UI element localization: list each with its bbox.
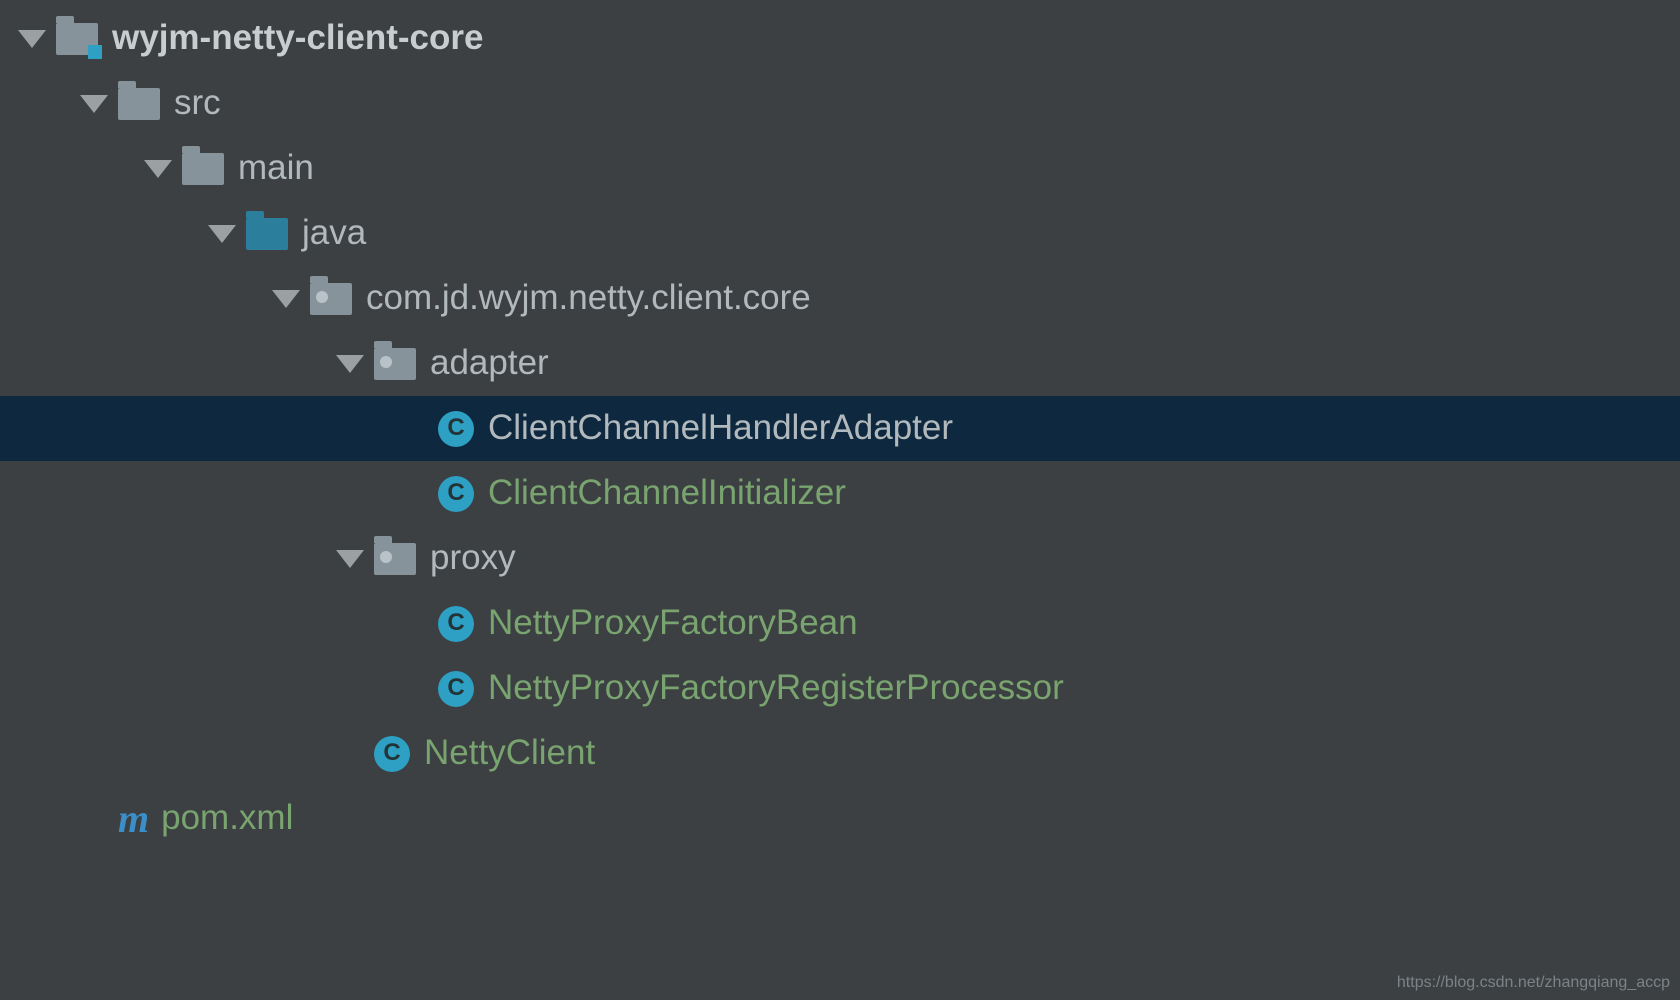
folder-icon [118, 88, 160, 120]
tree-item-main[interactable]: main [0, 136, 1680, 201]
tree-item-pom[interactable]: m pom.xml [0, 786, 1680, 851]
expand-arrow-icon[interactable] [18, 30, 46, 48]
tree-item-src[interactable]: src [0, 71, 1680, 136]
tree-label: com.jd.wyjm.netty.client.core [366, 279, 811, 318]
tree-item-proxy[interactable]: proxy [0, 526, 1680, 591]
expand-arrow-icon[interactable] [336, 550, 364, 568]
tree-item-class-netty-client[interactable]: C NettyClient [0, 721, 1680, 786]
expand-arrow-icon[interactable] [80, 95, 108, 113]
class-icon: C [438, 411, 474, 447]
tree-label: NettyClient [424, 734, 595, 773]
class-icon: C [438, 671, 474, 707]
tree-label: ClientChannelHandlerAdapter [488, 409, 953, 448]
tree-label: wyjm-netty-client-core [112, 19, 483, 58]
tree-item-class-proxy-factory-bean[interactable]: C NettyProxyFactoryBean [0, 591, 1680, 656]
tree-label: pom.xml [161, 799, 293, 838]
project-tree: wyjm-netty-client-core src main java com… [0, 0, 1680, 851]
class-icon: C [438, 476, 474, 512]
expand-arrow-icon[interactable] [208, 225, 236, 243]
tree-item-adapter[interactable]: adapter [0, 331, 1680, 396]
tree-label: src [174, 84, 221, 123]
tree-label: proxy [430, 539, 516, 578]
tree-item-module-root[interactable]: wyjm-netty-client-core [0, 6, 1680, 71]
class-icon: C [438, 606, 474, 642]
tree-item-java[interactable]: java [0, 201, 1680, 266]
watermark-text: https://blog.csdn.net/zhangqiang_accp [1397, 974, 1670, 992]
tree-item-class-initializer[interactable]: C ClientChannelInitializer [0, 461, 1680, 526]
package-folder-icon [310, 283, 352, 315]
tree-label: ClientChannelInitializer [488, 474, 846, 513]
tree-label: adapter [430, 344, 549, 383]
package-folder-icon [374, 348, 416, 380]
source-folder-icon [246, 218, 288, 250]
tree-item-class-adapter[interactable]: C ClientChannelHandlerAdapter [0, 396, 1680, 461]
tree-item-package[interactable]: com.jd.wyjm.netty.client.core [0, 266, 1680, 331]
tree-item-class-proxy-register[interactable]: C NettyProxyFactoryRegisterProcessor [0, 656, 1680, 721]
tree-label: NettyProxyFactoryRegisterProcessor [488, 669, 1064, 708]
package-folder-icon [374, 543, 416, 575]
folder-icon [182, 153, 224, 185]
expand-arrow-icon[interactable] [144, 160, 172, 178]
tree-label: main [238, 149, 314, 188]
maven-icon: m [118, 799, 149, 839]
module-folder-icon [56, 23, 98, 55]
tree-label: java [302, 214, 366, 253]
class-icon: C [374, 736, 410, 772]
tree-label: NettyProxyFactoryBean [488, 604, 858, 643]
expand-arrow-icon[interactable] [336, 355, 364, 373]
expand-arrow-icon[interactable] [272, 290, 300, 308]
